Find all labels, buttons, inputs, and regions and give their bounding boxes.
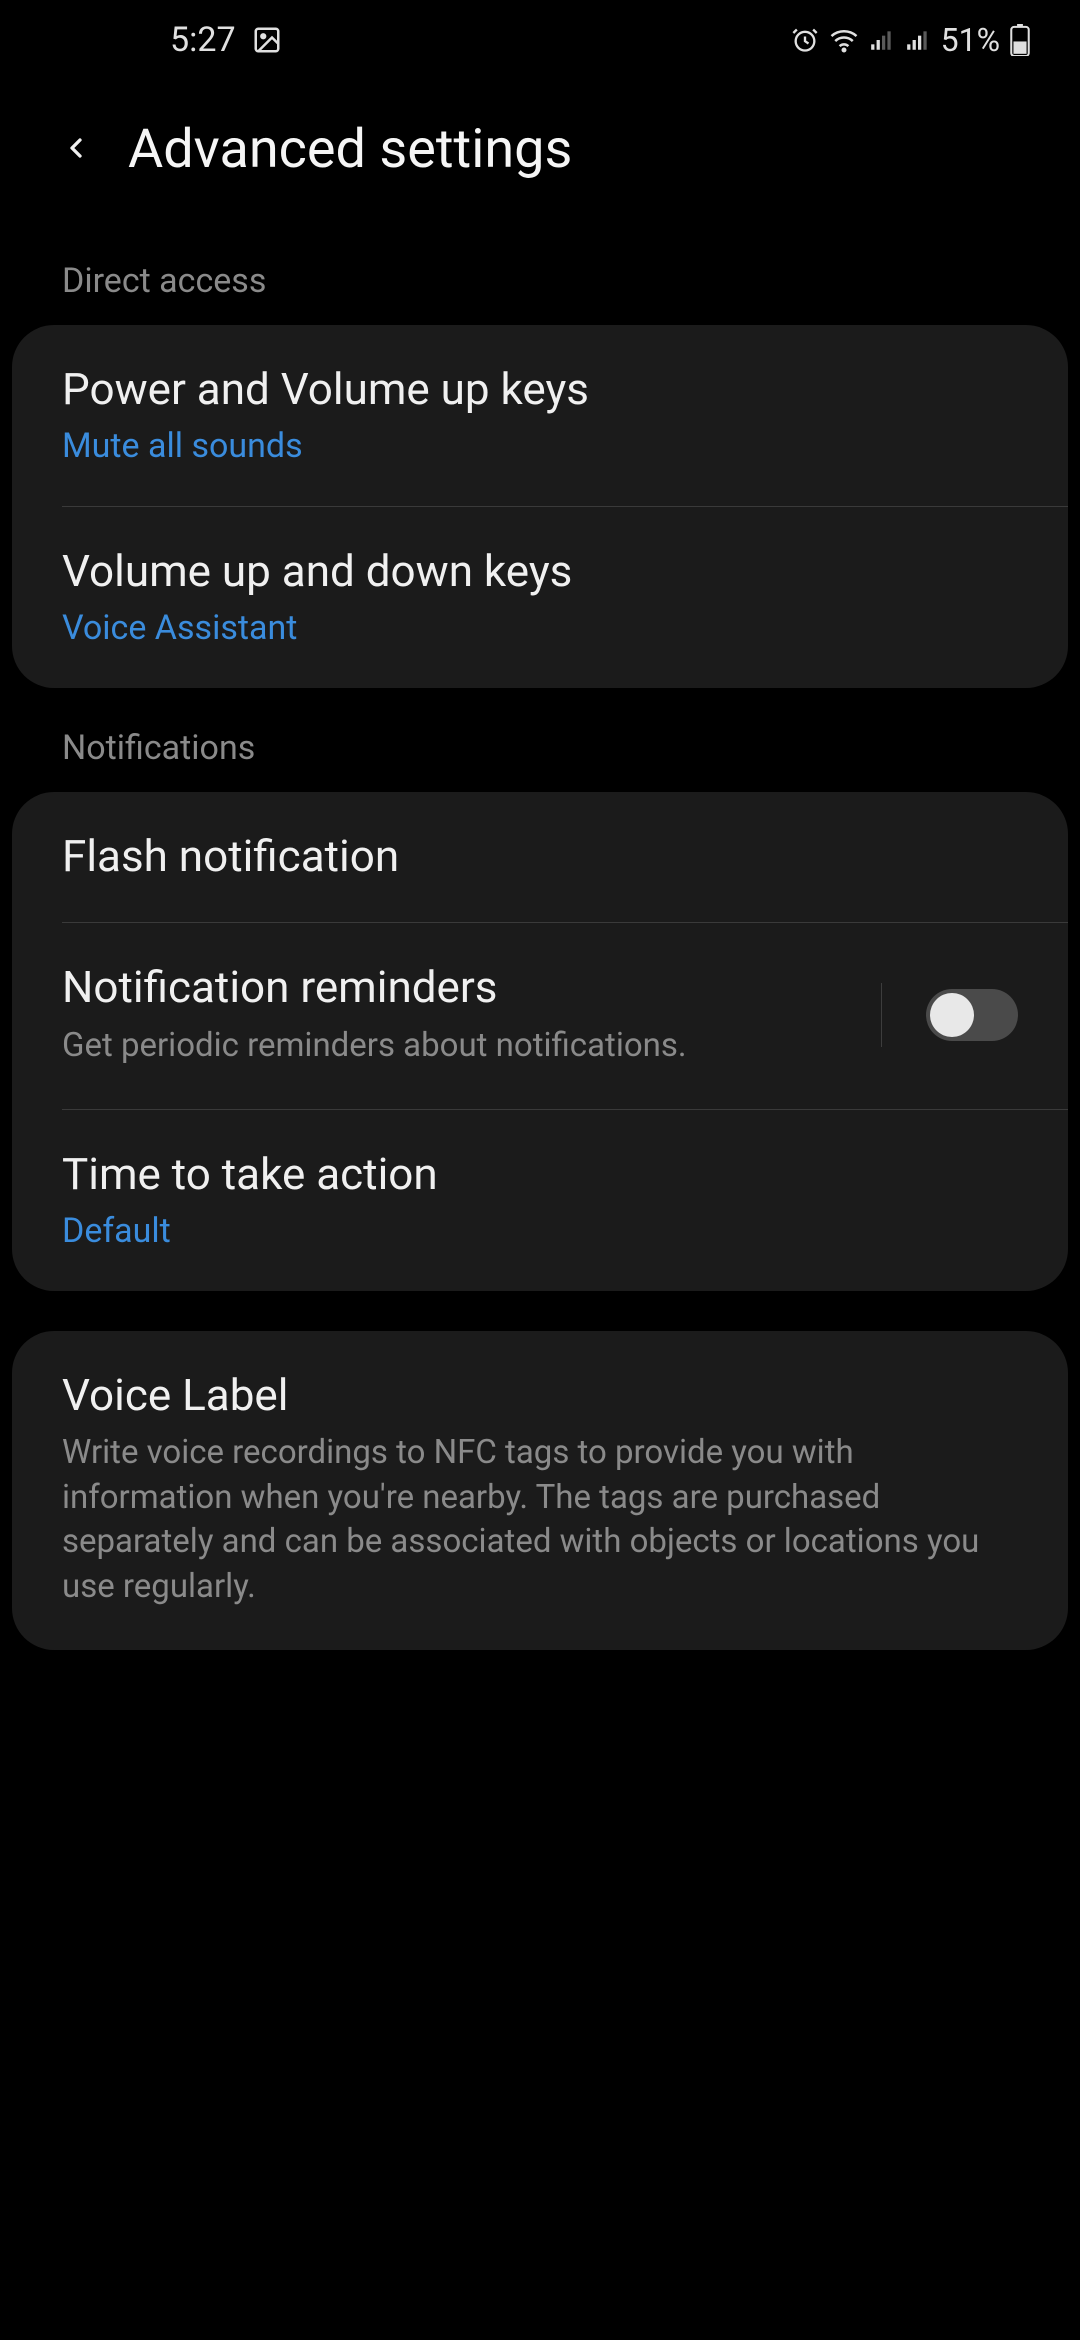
status-bar: 5:27 [0, 0, 1080, 80]
status-time: 5:27 [170, 20, 236, 60]
section-header-notifications: Notifications [0, 688, 1080, 792]
row-flash-notification[interactable]: Flash notification [12, 792, 1068, 923]
back-button[interactable] [60, 124, 92, 176]
row-title: Power and Volume up keys [62, 363, 1018, 416]
row-power-volume-up[interactable]: Power and Volume up keys Mute all sounds [12, 325, 1068, 506]
row-subtitle: Default [62, 1211, 1018, 1251]
row-subtitle: Voice Assistant [62, 608, 1018, 648]
status-right: 51% [791, 21, 1030, 59]
row-title: Time to take action [62, 1148, 1018, 1201]
row-subtitle: Mute all sounds [62, 426, 1018, 466]
battery-icon [1010, 24, 1030, 56]
row-notification-reminders[interactable]: Notification reminders Get periodic remi… [62, 922, 1068, 1108]
signal-icon [869, 27, 895, 53]
notification-reminders-toggle[interactable] [926, 989, 1018, 1041]
row-volume-up-down[interactable]: Volume up and down keys Voice Assistant [62, 506, 1068, 688]
row-title: Volume up and down keys [62, 545, 1018, 598]
row-title: Flash notification [62, 830, 1018, 883]
row-voice-label[interactable]: Voice Label Write voice recordings to NF… [12, 1331, 1068, 1650]
row-title: Notification reminders [62, 961, 861, 1014]
row-description: Get periodic reminders about notificatio… [62, 1024, 861, 1069]
page-title: Advanced settings [128, 118, 572, 181]
toggle-knob [930, 993, 974, 1037]
image-icon [252, 25, 282, 55]
section-header-direct-access: Direct access [0, 221, 1080, 325]
card-direct-access: Power and Volume up keys Mute all sounds… [12, 325, 1068, 688]
battery-text: 51% [941, 21, 1000, 59]
card-voice-label: Voice Label Write voice recordings to NF… [12, 1331, 1068, 1650]
wifi-icon [829, 25, 859, 55]
row-description: Write voice recordings to NFC tags to pr… [62, 1431, 1018, 1609]
signal-icon-2 [905, 27, 931, 53]
card-notifications: Flash notification Notification reminder… [12, 792, 1068, 1291]
row-title: Voice Label [62, 1369, 1018, 1422]
page-header: Advanced settings [0, 80, 1080, 221]
row-time-to-take-action[interactable]: Time to take action Default [62, 1109, 1068, 1291]
toggle-divider [881, 983, 882, 1047]
status-left: 5:27 [170, 20, 282, 60]
alarm-icon [791, 26, 819, 54]
